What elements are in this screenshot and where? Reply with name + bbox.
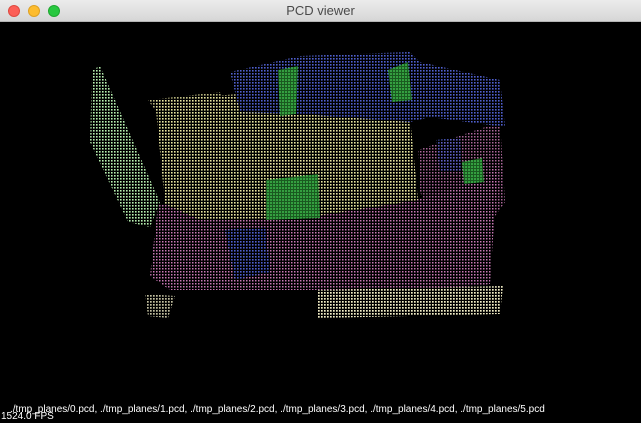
point-cloud-plane-cream (145, 286, 503, 318)
point-cloud-viewport[interactable]: ./tmp_planes/0.pcd, ./tmp_planes/1.pcd, … (0, 22, 641, 423)
window-title: PCD viewer (286, 3, 355, 18)
point-cloud-render (90, 52, 505, 318)
point-cloud-plane-light-green (90, 66, 160, 227)
loaded-files-label: ./tmp_planes/0.pcd, ./tmp_planes/1.pcd, … (10, 404, 545, 415)
title-bar[interactable]: PCD viewer (0, 0, 641, 22)
fps-counter: 1524.0 FPS (1, 411, 54, 422)
pcd-viewer-window: PCD viewer ./tmp_planes/0.pcd, ./tmp_pla… (0, 0, 641, 423)
